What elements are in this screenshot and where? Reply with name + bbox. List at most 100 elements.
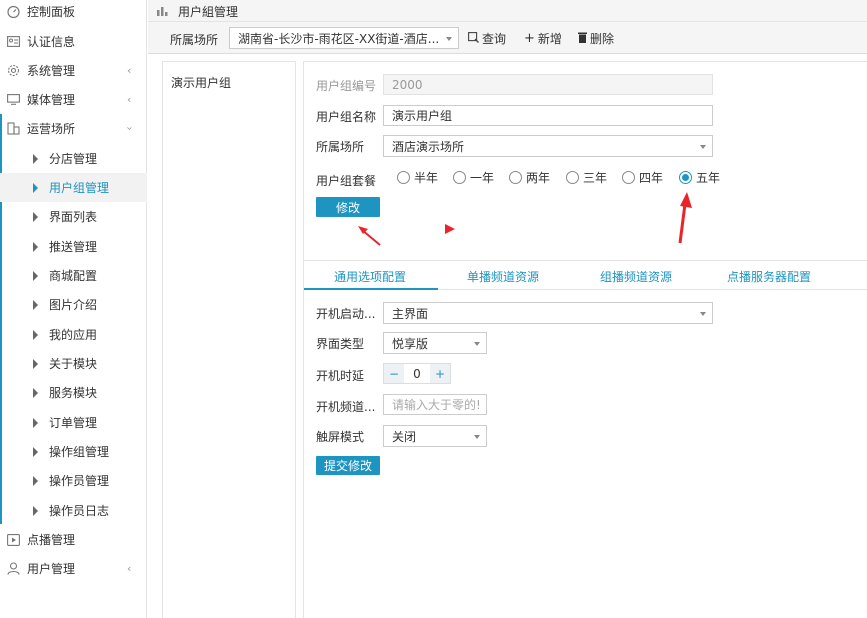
annotation-marker-icon [445, 224, 455, 234]
nav-label: 媒体管理 [27, 93, 76, 107]
ui-type-select[interactable]: 悦享版 [383, 332, 487, 354]
building-icon [7, 122, 20, 135]
sidebar: 控制面板 认证信息 系统管理 ‹ 媒体管理 ‹ 运营场所 ‹ 分店管理 用户组管… [0, 0, 147, 618]
nav-item-venues[interactable]: 运营场所 ‹ [0, 114, 147, 143]
caret-right-icon [33, 387, 38, 398]
decrement-button[interactable]: − [384, 364, 404, 383]
nav-item-media[interactable]: 媒体管理 ‹ [0, 85, 147, 114]
sub-item-user-group[interactable]: 用户组管理 [0, 173, 147, 202]
caret-right-icon [33, 475, 38, 486]
sub-item-label: 用户组管理 [49, 181, 110, 195]
sub-item-push[interactable]: 推送管理 [0, 232, 147, 261]
nav-item-users[interactable]: 用户管理 ‹ [0, 554, 147, 583]
radio-label: 五年 [696, 171, 721, 185]
sub-item-service[interactable]: 服务模块 [0, 378, 147, 407]
sub-item-label: 订单管理 [49, 416, 98, 430]
radio-label: 三年 [583, 171, 608, 185]
ui-type-value: 悦享版 [392, 336, 429, 351]
bar-chart-icon [157, 5, 168, 19]
sub-item-label: 分店管理 [49, 152, 98, 166]
radio-label: 一年 [470, 171, 495, 185]
group-id-label: 用户组编号 [316, 79, 377, 93]
delete-label: 删除 [590, 32, 615, 46]
query-label: 查询 [482, 32, 507, 46]
sub-item-my-apps[interactable]: 我的应用 [0, 320, 147, 349]
caret-right-icon [33, 241, 38, 252]
nav-label: 系统管理 [27, 64, 76, 78]
user-icon [7, 562, 20, 575]
venue-filter-select[interactable]: 湖南省-长沙市-雨花区-XX街道-酒店... [229, 27, 459, 49]
group-name-field[interactable]: 演示用户组 [383, 105, 713, 126]
sub-item-label: 操作组管理 [49, 445, 110, 459]
caret-right-icon [33, 329, 38, 340]
venue-filter-value: 湖南省-长沙市-雨花区-XX街道-酒店... [238, 31, 440, 46]
venue-value: 酒店演示场所 [392, 139, 465, 154]
nav-item-auth[interactable]: 认证信息 [0, 27, 147, 56]
package-radio-half-year[interactable]: 半年 [397, 169, 438, 186]
nav-item-system[interactable]: 系统管理 ‹ [0, 56, 147, 85]
caret-right-icon [33, 211, 38, 222]
package-radio-two-years[interactable]: 两年 [509, 169, 550, 186]
gear-icon [7, 64, 20, 77]
annotation-arrow-icon [358, 226, 381, 246]
radio-circle [679, 171, 692, 184]
sub-item-operator-groups[interactable]: 操作组管理 [0, 437, 147, 466]
package-radio-five-years[interactable]: 五年 [679, 169, 720, 186]
modify-button[interactable]: 修改 [316, 197, 380, 217]
startup-delay-label: 开机时延 [316, 369, 365, 383]
sub-item-label: 界面列表 [49, 210, 98, 224]
radio-circle [566, 171, 579, 184]
sub-item-label: 推送管理 [49, 240, 98, 254]
package-radio-four-years[interactable]: 四年 [622, 169, 663, 186]
delete-button[interactable]: 删除 [578, 30, 614, 47]
play-icon [7, 533, 20, 546]
annotation-arrow-icon [678, 192, 692, 244]
nav-item-vod[interactable]: 点播管理 [0, 525, 147, 554]
nav-label: 用户管理 [27, 562, 76, 576]
chevron-left-icon: ‹ [127, 93, 132, 106]
add-button[interactable]: + 新增 [524, 30, 562, 47]
query-button[interactable]: 查询 [468, 30, 506, 47]
nav-item-dashboard[interactable]: 控制面板 [0, 0, 147, 26]
package-radio-one-year[interactable]: 一年 [453, 169, 494, 186]
nav-label: 认证信息 [27, 35, 76, 49]
caret-right-icon [33, 446, 38, 457]
venue-label: 所属场所 [316, 140, 365, 154]
startup-channel-label: 开机频道... [316, 400, 376, 414]
sub-item-label: 关于模块 [49, 357, 98, 371]
sub-item-label: 操作员管理 [49, 474, 110, 488]
touch-mode-select[interactable]: 关闭 [383, 425, 487, 447]
tab-vod-server[interactable]: 点播服务器配置 [727, 268, 811, 285]
sub-item-about[interactable]: 关于模块 [0, 349, 147, 378]
delay-value[interactable]: 0 [404, 367, 430, 381]
sub-item-mall[interactable]: 商城配置 [0, 261, 147, 290]
caret-down-icon [474, 435, 480, 439]
sub-item-label: 图片介绍 [49, 298, 98, 312]
sub-item-operator-log[interactable]: 操作员日志 [0, 496, 147, 525]
tab-general[interactable]: 通用选项配置 [334, 268, 406, 285]
sub-item-label: 商城配置 [49, 269, 98, 283]
ui-type-label: 界面类型 [316, 337, 365, 351]
active-tab-indicator [304, 288, 438, 290]
dashboard-icon [7, 5, 20, 18]
caret-right-icon [33, 153, 38, 164]
submit-changes-button[interactable]: 提交修改 [316, 456, 380, 475]
venue-filter-label: 所属场所 [170, 33, 219, 47]
tab-unicast[interactable]: 单播频道资源 [467, 268, 539, 285]
startup-channel-input[interactable]: 请输入大于零的! [383, 394, 487, 415]
sub-item-operators[interactable]: 操作员管理 [0, 466, 147, 495]
package-radio-three-years[interactable]: 三年 [566, 169, 607, 186]
sub-item-orders[interactable]: 订单管理 [0, 408, 147, 437]
increment-button[interactable]: + [430, 364, 450, 383]
sub-item-images[interactable]: 图片介绍 [0, 290, 147, 319]
sub-item-branch[interactable]: 分店管理 [0, 144, 147, 173]
radio-label: 两年 [526, 171, 551, 185]
tab-multicast[interactable]: 组播频道资源 [600, 268, 672, 285]
startup-select[interactable]: 主界面 [383, 302, 713, 324]
sub-item-ui-list[interactable]: 界面列表 [0, 202, 147, 231]
tabs-divider-top [304, 260, 867, 261]
venue-select[interactable]: 酒店演示场所 [383, 135, 713, 157]
page-header: 用户組管理 [148, 0, 867, 22]
radio-circle [622, 171, 635, 184]
list-item[interactable]: 演示用户组 [171, 74, 231, 91]
